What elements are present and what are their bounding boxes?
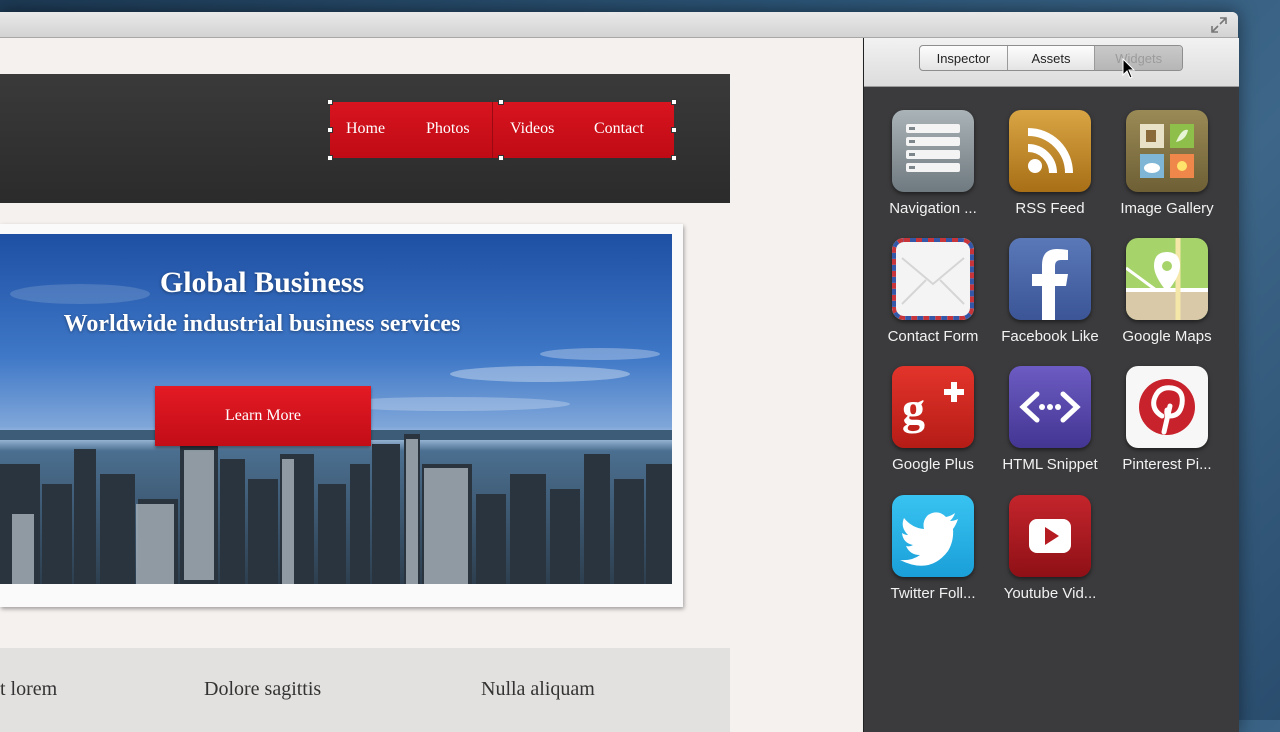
widget-label: RSS Feed: [1015, 200, 1085, 217]
nav-item-home[interactable]: Home: [346, 120, 385, 138]
hero-image[interactable]: Global Business Worldwide industrial bus…: [0, 234, 672, 584]
widget-google-maps[interactable]: Google Maps: [1108, 238, 1226, 345]
mouse-cursor-icon: [1122, 58, 1136, 79]
hero-title: Global Business: [159, 266, 365, 299]
navigation-icon: [906, 124, 960, 172]
design-canvas[interactable]: Home Photos Videos Contact Global Busine…: [0, 38, 862, 732]
editor-window: Home Photos Videos Contact Global Busine…: [0, 12, 1239, 732]
widget-facebook-like[interactable]: Facebook Like: [991, 238, 1109, 345]
widget-label: Pinterest Pi...: [1122, 456, 1212, 473]
twitter-bird-icon: [900, 512, 958, 566]
resize-handle[interactable]: [498, 155, 504, 161]
tab-widgets[interactable]: Widgets: [1095, 46, 1182, 70]
panel-toolbar: Inspector Assets Widgets: [864, 38, 1239, 87]
rss-icon: [1027, 128, 1073, 174]
widget-twitter-follow[interactable]: Twitter Foll...: [874, 495, 992, 602]
widget-label: Navigation ...: [889, 200, 977, 217]
resize-handle[interactable]: [671, 155, 677, 161]
widget-image-gallery[interactable]: Image Gallery: [1108, 110, 1226, 217]
widget-pinterest[interactable]: Pinterest Pi...: [1108, 366, 1226, 473]
widget-label: Facebook Like: [1001, 328, 1099, 345]
image-gallery-icon: [1140, 124, 1194, 178]
site-header[interactable]: Home Photos Videos Contact: [0, 74, 730, 203]
navigation-menu-widget[interactable]: Home Photos Videos Contact: [327, 99, 677, 161]
widget-html-snippet[interactable]: HTML Snippet: [991, 366, 1109, 473]
nav-divider: [492, 102, 493, 158]
window-titlebar: [0, 12, 1238, 38]
pinterest-icon: [1139, 379, 1195, 435]
widget-navigation[interactable]: Navigation ...: [874, 110, 992, 217]
content-columns[interactable]: t lorem Dolore sagittis Nulla aliquam: [0, 648, 730, 732]
envelope-icon: [892, 238, 974, 320]
facebook-icon: [1032, 249, 1068, 320]
widget-label: Image Gallery: [1120, 200, 1214, 217]
tab-assets[interactable]: Assets: [1008, 46, 1096, 70]
widget-label: Twitter Foll...: [890, 585, 976, 602]
tab-inspector[interactable]: Inspector: [920, 46, 1008, 70]
widget-rss-feed[interactable]: RSS Feed: [991, 110, 1109, 217]
widgets-panel: Inspector Assets Widgets Navigation ... …: [863, 38, 1239, 732]
nav-item-contact[interactable]: Contact: [594, 120, 644, 138]
nav-item-photos[interactable]: Photos: [426, 120, 470, 138]
learn-more-button[interactable]: Learn More: [155, 386, 371, 446]
hero-frame[interactable]: Global Business Worldwide industrial bus…: [0, 224, 683, 607]
widget-google-plus[interactable]: g Google Plus: [874, 366, 992, 473]
column-heading: t lorem: [0, 678, 58, 700]
widget-youtube-video[interactable]: Youtube Vid...: [991, 495, 1109, 602]
widget-label: Google Plus: [892, 456, 974, 473]
widget-label: Contact Form: [887, 328, 979, 345]
nav-item-videos[interactable]: Videos: [510, 120, 554, 138]
play-icon: [1029, 519, 1071, 553]
panel-tab-switcher: Inspector Assets Widgets: [919, 45, 1183, 71]
map-pin-icon: [1126, 238, 1208, 320]
resize-handle[interactable]: [327, 155, 333, 161]
hero-subtitle: Worldwide industrial business services: [63, 311, 461, 337]
resize-handle[interactable]: [327, 99, 333, 105]
resize-handle[interactable]: [498, 99, 504, 105]
code-icon: [1019, 391, 1081, 423]
fullscreen-icon[interactable]: [1210, 16, 1228, 34]
resize-handle[interactable]: [671, 99, 677, 105]
widget-label: Youtube Vid...: [1003, 585, 1097, 602]
widget-label: Google Maps: [1122, 328, 1212, 345]
resize-handle[interactable]: [671, 127, 677, 133]
google-plus-icon: g: [902, 382, 964, 434]
resize-handle[interactable]: [327, 127, 333, 133]
widget-label: HTML Snippet: [1002, 456, 1098, 473]
column-heading: Nulla aliquam: [481, 678, 595, 700]
column-heading: Dolore sagittis: [204, 678, 322, 700]
svg-text:g: g: [902, 383, 925, 434]
widget-contact-form[interactable]: Contact Form: [874, 238, 992, 345]
